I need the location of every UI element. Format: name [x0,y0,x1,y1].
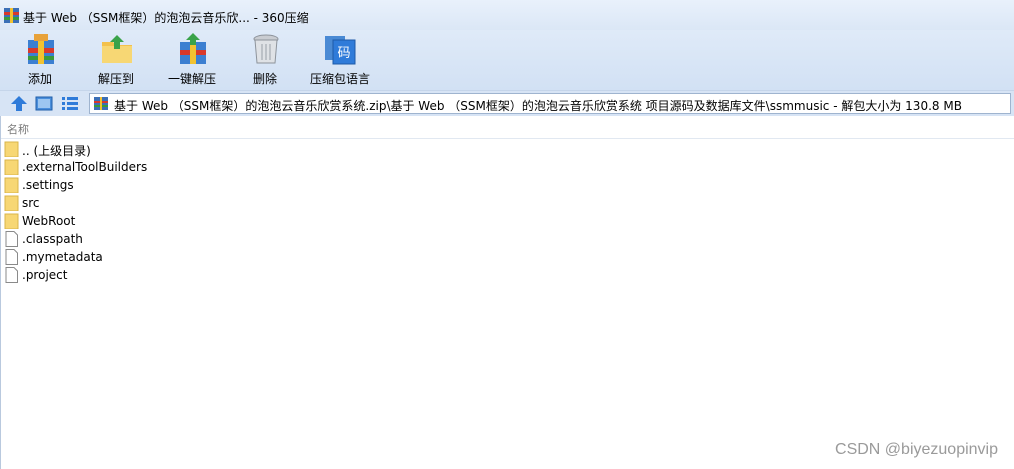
item-name: WebRoot [22,214,76,228]
list-item[interactable]: .settings [4,176,404,194]
watermark: CSDN @biyezuopinvip [835,441,998,458]
item-name: .externalToolBuilders [22,160,148,174]
file-icon [5,267,18,283]
folder-icon [4,141,19,157]
zip-file-icon [94,97,108,110]
list-item[interactable]: WebRoot [4,212,404,230]
list-item[interactable]: .project [4,266,404,284]
title-bar: 基于 Web （SSM框架）的泡泡云音乐欣... - 360压缩 [0,0,1014,30]
address-bar[interactable]: 基于 Web （SSM框架）的泡泡云音乐欣赏系统.zip\基于 Web （SSM… [89,93,1011,114]
extract-to-button[interactable]: 解压到 [84,30,148,88]
list-item[interactable]: .mymetadata [4,248,404,266]
list-view-icon[interactable] [61,95,79,112]
column-header-name[interactable]: 名称 [1,116,1014,139]
archive-language-icon: 码 [325,36,356,65]
one-click-extract-label: 一键解压 [167,72,216,86]
one-click-extract-button[interactable]: 一键解压 [160,30,224,88]
delete-icon [253,34,279,64]
item-name: .classpath [22,232,83,246]
list-item[interactable]: .externalToolBuilders [4,158,404,176]
list-item[interactable]: src [4,194,404,212]
item-name: src [22,196,40,210]
delete-label: 删除 [252,72,277,86]
address-path: 基于 Web （SSM框架）的泡泡云音乐欣赏系统.zip\基于 Web （SSM… [114,99,962,113]
folder-icon [4,159,19,175]
view-icon[interactable] [35,95,53,112]
list-item-parent-directory[interactable]: .. (上级目录) [4,140,404,158]
delete-button[interactable]: 删除 [233,30,297,88]
one-click-extract-icon [180,33,206,64]
folder-icon [4,195,19,211]
extract-to-label: 解压到 [97,72,134,86]
file-list: 名称 .. (上级目录) .externalToolBuilders .sett… [0,116,1014,469]
app-archive-icon [4,8,19,23]
file-icon [5,231,18,247]
item-name: .settings [22,178,74,192]
svg-text:码: 码 [337,46,350,61]
folder-icon [4,213,19,229]
list-item[interactable]: .classpath [4,230,404,248]
file-icon [5,249,18,265]
up-icon[interactable] [10,95,28,112]
item-name: .. (上级目录) [22,144,91,158]
add-archive-icon [28,34,54,64]
folder-icon [4,177,19,193]
extract-to-icon [102,35,132,63]
item-name: .mymetadata [22,250,103,264]
item-name: .project [22,268,68,282]
add-button[interactable]: 添加 [8,30,72,88]
archive-language-button[interactable]: 码 压缩包语言 [307,30,373,88]
column-name-label: 名称 [7,123,29,136]
toolbar: 添加 解压到 一键解压 删除 码 压缩包语言 [0,30,1014,90]
window-title: 基于 Web （SSM框架）的泡泡云音乐欣... - 360压缩 [23,11,309,25]
navigation-bar: 基于 Web （SSM框架）的泡泡云音乐欣赏系统.zip\基于 Web （SSM… [0,90,1014,116]
archive-language-label: 压缩包语言 [309,72,370,86]
add-label: 添加 [27,72,52,86]
